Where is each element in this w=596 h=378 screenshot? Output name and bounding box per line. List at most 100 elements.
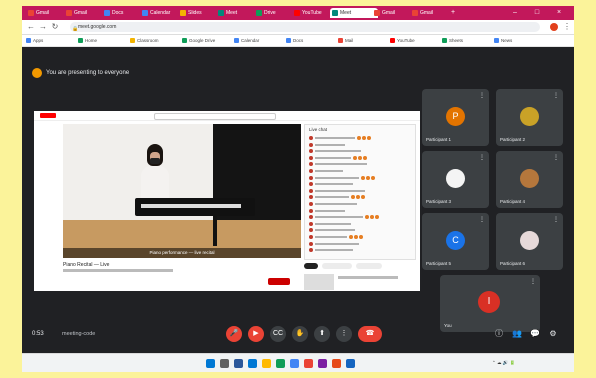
info-icon[interactable]: ⓘ [494,329,504,339]
app-icon[interactable] [276,359,285,368]
bookmark[interactable]: Calendar [234,37,259,44]
bookmark[interactable]: News [494,37,512,44]
youtube-icon [294,10,300,16]
bookmark[interactable]: Home [78,37,97,44]
back-icon[interactable]: ← [26,22,36,32]
presenting-banner: You are presenting to everyone [32,67,129,79]
video-player[interactable]: Piano performance — live recital [63,124,301,258]
participant-name: Participant 1 [426,137,452,142]
more-options-icon[interactable]: ⋮ [479,216,485,223]
more-options-icon[interactable]: ⋮ [530,278,536,285]
file-explorer-icon[interactable] [262,359,271,368]
edge-icon[interactable] [248,359,257,368]
people-icon[interactable]: 👥 [512,329,522,339]
minimize-button[interactable]: – [510,8,520,18]
close-window-button[interactable]: × [554,8,564,18]
more-options-icon[interactable]: ⋮ [553,216,559,223]
chat-message [309,194,379,200]
subscribe-button[interactable] [268,278,290,285]
camera-icon[interactable]: ▶ [248,326,264,342]
chat-avatar [309,202,313,206]
chip[interactable] [356,263,382,269]
chat-text [315,249,353,252]
task-view-icon[interactable] [234,359,243,368]
participant-tile[interactable]: ⋮ Participant 3 [422,151,489,208]
chip[interactable] [322,263,352,269]
reload-icon[interactable]: ↻ [50,22,60,32]
emoji-icon [361,175,365,180]
youtube-logo [40,113,56,118]
bookmark-icon [26,38,31,43]
bookmark[interactable]: Sheets [442,37,463,44]
gmail-icon [374,10,380,16]
more-options-icon[interactable]: ⋮ [479,154,485,161]
participant-tile[interactable]: ⋮ Participant 2 [496,89,563,146]
app-icon[interactable] [332,359,341,368]
more-options-icon[interactable]: ⋮ [336,326,352,342]
video-caption: Piano performance — live recital [63,248,301,258]
forward-icon[interactable]: → [38,22,48,32]
meet-icon [218,10,224,16]
chat-text [315,150,361,153]
chat-text [315,170,343,172]
microphone-icon[interactable]: 🎤 [226,326,242,342]
youtube-search-box[interactable] [154,113,276,120]
chip[interactable] [304,263,318,269]
chat-avatar [309,169,313,173]
chat-avatar [309,175,313,180]
bookmark-icon [234,38,239,43]
chrome-icon[interactable] [290,359,299,368]
bookmark[interactable]: Classroom [130,37,159,44]
maximize-button[interactable]: □ [532,8,542,18]
browser-menu-icon[interactable]: ⋮ [562,22,572,32]
related-video-thumbnail[interactable] [304,274,334,290]
chat-text [315,242,359,245]
system-tray[interactable]: ⌃ ☁ 🔊 🔋 [492,360,515,366]
activities-icon[interactable]: ⚙ [548,329,558,339]
bookmark-label: Google Drive [189,38,216,43]
bookmark-icon [182,38,187,43]
bookmark[interactable]: Google Drive [182,37,215,44]
search-icon[interactable] [220,359,229,368]
emoji-icon [354,235,358,239]
chat-avatar [309,221,313,226]
more-options-icon[interactable]: ⋮ [553,92,559,99]
bookmark-icon [390,38,395,43]
profile-avatar[interactable] [550,23,558,31]
emoji-icon [366,175,370,180]
emoji-icon [356,195,360,200]
chat-avatar [309,241,313,246]
chat-message [309,142,379,148]
bookmark[interactable]: Docs [286,37,303,44]
chat-avatar [309,182,313,187]
bookmark[interactable]: Mail [338,37,353,44]
self-avatar: I [478,291,500,313]
start-icon[interactable] [206,359,215,368]
chat-icon[interactable]: 💬 [530,329,540,339]
browser-tab-active[interactable]: Meet [330,8,378,18]
participant-tile[interactable]: ⋮ Participant 6 [496,213,563,270]
participant-tile[interactable]: C ⋮ Participant 5 [422,213,489,270]
more-options-icon[interactable]: ⋮ [479,92,485,99]
app-icon[interactable] [304,359,313,368]
app-icon[interactable] [346,359,355,368]
participant-tile[interactable]: P ⋮ Participant 1 [422,89,489,146]
bookmark-label: Calendar [241,38,260,43]
address-bar[interactable]: 🔒 meet.google.com [70,22,540,32]
chat-avatar [309,235,313,239]
captions-icon[interactable]: CC [270,326,286,342]
more-options-icon[interactable]: ⋮ [553,154,559,161]
chat-text [315,203,357,205]
bookmark-icon [442,38,447,43]
bookmark[interactable]: YouTube [390,37,415,44]
present-screen-icon[interactable]: ⬆ [314,326,330,342]
bookmark[interactable]: Apps [26,37,43,44]
chat-message [309,135,379,141]
raise-hand-icon[interactable]: ✋ [292,326,308,342]
bookmark-label: Home [85,38,98,43]
new-tab-button[interactable]: + [448,8,458,18]
participant-tile[interactable]: ⋮ Participant 4 [496,151,563,208]
end-call-icon[interactable]: ☎ [358,326,382,342]
related-video-title [338,276,398,279]
app-icon[interactable] [318,359,327,368]
